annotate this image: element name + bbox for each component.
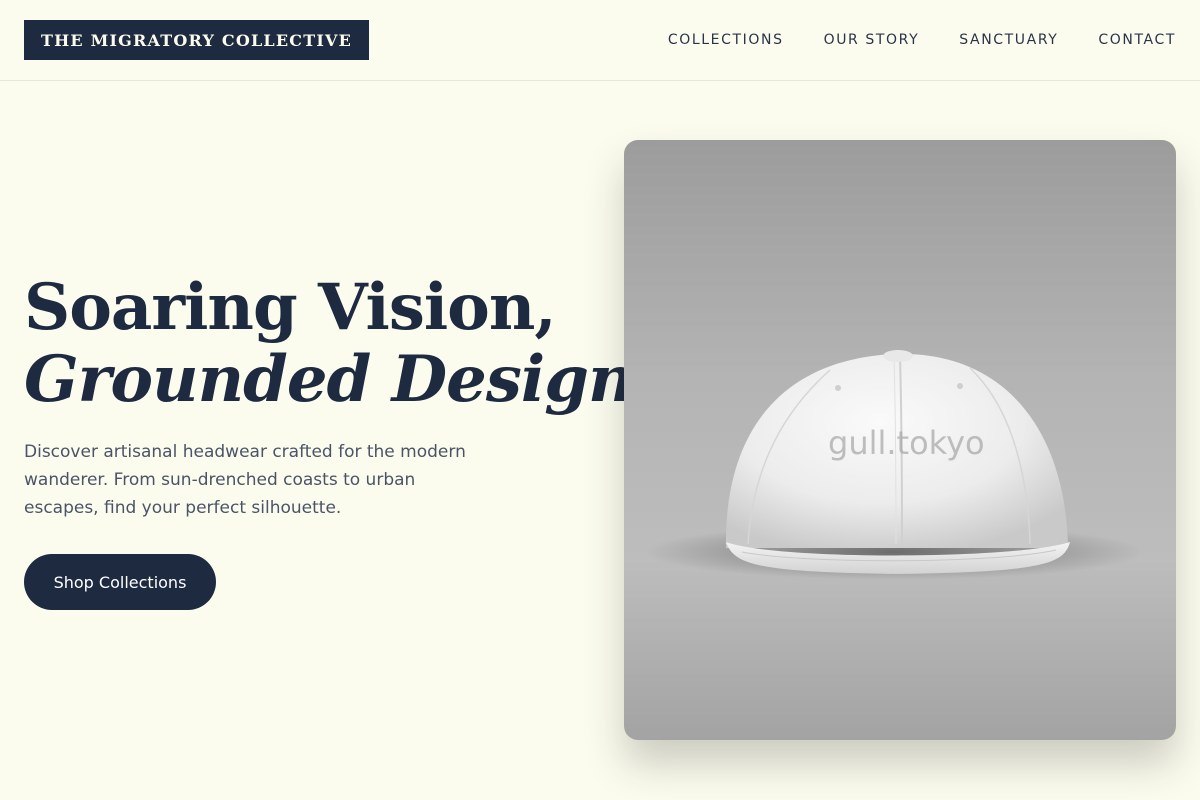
main-nav: COLLECTIONS OUR STORY SANCTUARY CONTACT xyxy=(668,30,1176,50)
hero-title: Soaring Vision, Grounded Design. xyxy=(24,270,656,417)
hero-title-line-2: Grounded Design. xyxy=(24,342,656,417)
site-header: THE MIGRATORY COLLECTIVE COLLECTIONS OUR… xyxy=(0,0,1200,81)
image-watermark: gull.tokyo xyxy=(828,424,985,462)
hero-description: Discover artisanal headwear crafted for … xyxy=(24,442,466,518)
shop-collections-button[interactable]: Shop Collections xyxy=(24,554,216,610)
nav-link-collections[interactable]: COLLECTIONS xyxy=(668,32,784,48)
product-image: gull.tokyo xyxy=(624,140,1176,740)
nav-link-contact[interactable]: CONTACT xyxy=(1098,32,1176,48)
brand-logo[interactable]: THE MIGRATORY COLLECTIVE xyxy=(24,20,369,60)
hero-title-line-1: Soaring Vision, xyxy=(24,270,557,345)
nav-link-our-story[interactable]: OUR STORY xyxy=(824,32,920,48)
nav-link-sanctuary[interactable]: SANCTUARY xyxy=(959,32,1058,48)
